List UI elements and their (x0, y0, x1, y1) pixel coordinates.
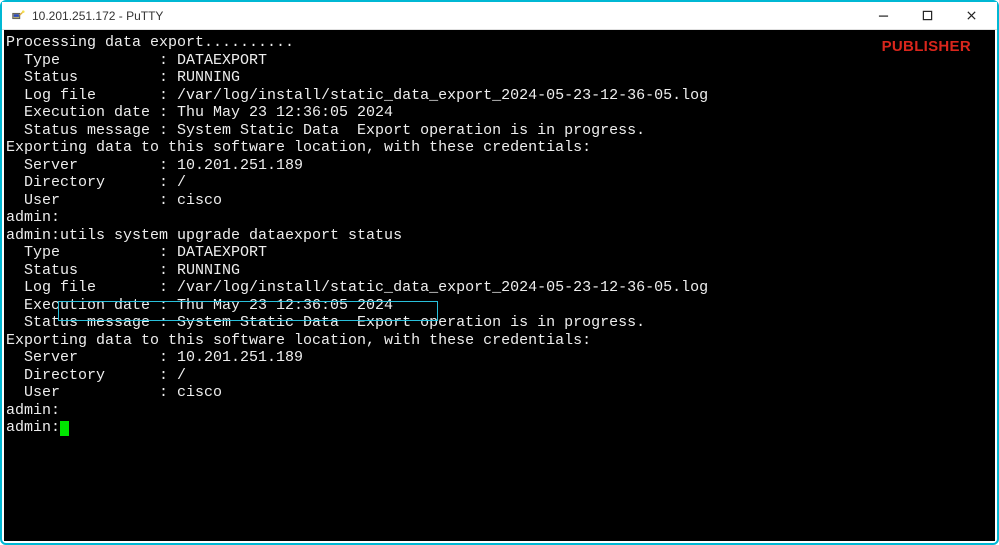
terminal-line: admin:utils system upgrade dataexport st… (6, 227, 993, 245)
terminal-line: Execution date : Thu May 23 12:36:05 202… (6, 297, 993, 315)
terminal-line: Status message : System Static Data Expo… (6, 314, 993, 332)
terminal-line: Status : RUNNING (6, 262, 993, 280)
terminal-line: Server : 10.201.251.189 (6, 349, 993, 367)
publisher-watermark: PUBLISHER (882, 38, 971, 56)
putty-icon (10, 8, 26, 24)
maximize-button[interactable] (905, 2, 949, 30)
close-button[interactable] (949, 2, 993, 30)
terminal-line: Type : DATAEXPORT (6, 244, 993, 262)
terminal-line: User : cisco (6, 192, 993, 210)
terminal-line: Exporting data to this software location… (6, 332, 993, 350)
terminal-line: admin: (6, 402, 993, 420)
terminal-line: Directory : / (6, 367, 993, 385)
window-title: 10.201.251.172 - PuTTY (32, 9, 163, 23)
terminal-line: Log file : /var/log/install/static_data_… (6, 279, 993, 297)
terminal-line: Execution date : Thu May 23 12:36:05 202… (6, 104, 993, 122)
terminal-prompt-line: admin: (6, 419, 993, 437)
cursor-icon (60, 421, 69, 436)
terminal-line: User : cisco (6, 384, 993, 402)
terminal-line: Exporting data to this software location… (6, 139, 993, 157)
minimize-button[interactable] (861, 2, 905, 30)
terminal-line: Status message : System Static Data Expo… (6, 122, 993, 140)
terminal[interactable]: PUBLISHER Processing data export........… (4, 30, 995, 541)
terminal-line: Directory : / (6, 174, 993, 192)
terminal-line: Log file : /var/log/install/static_data_… (6, 87, 993, 105)
terminal-line: Server : 10.201.251.189 (6, 157, 993, 175)
terminal-line: Status : RUNNING (6, 69, 993, 87)
terminal-line: Type : DATAEXPORT (6, 52, 993, 70)
terminal-line: Processing data export.......... (6, 34, 993, 52)
titlebar: 10.201.251.172 - PuTTY (2, 2, 997, 30)
terminal-line: admin: (6, 209, 993, 227)
